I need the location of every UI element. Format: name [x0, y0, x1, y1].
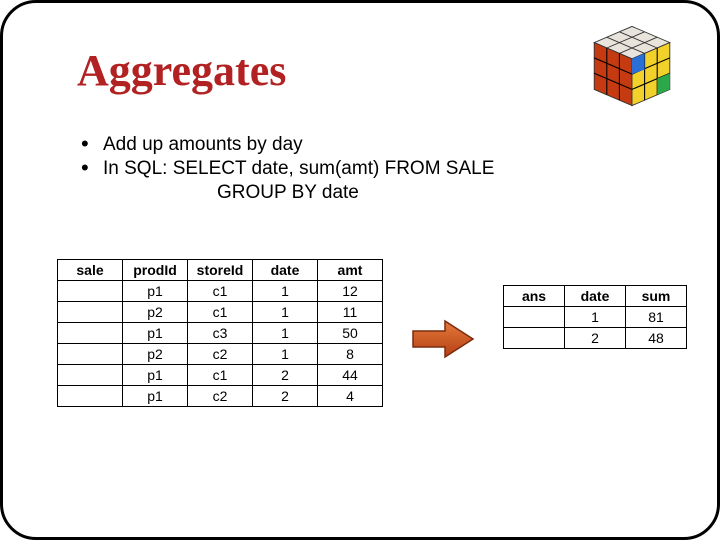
bullet-2: In SQL: SELECT date, sum(amt) FROM SALE — [103, 157, 494, 181]
sale-table: sale prodId storeId date amt p1 c1 1 12 — [57, 259, 383, 407]
slide-frame: Aggregates • Ad — [0, 0, 720, 540]
col-storeid: storeId — [188, 260, 253, 281]
rubiks-cube-icon — [587, 21, 677, 111]
bullet-1: Add up amounts by day — [103, 133, 303, 157]
col-date: date — [565, 286, 626, 307]
slide-title: Aggregates — [77, 45, 286, 96]
table-row: 2 48 — [504, 328, 687, 349]
col-sale: sale — [58, 260, 123, 281]
table-row: p2 c1 1 11 — [58, 302, 383, 323]
right-arrow-icon — [409, 317, 479, 361]
table-row: p1 c3 1 50 — [58, 323, 383, 344]
table-header-row: ans date sum — [504, 286, 687, 307]
col-sum: sum — [626, 286, 687, 307]
table-row: p2 c2 1 8 — [58, 344, 383, 365]
col-prodid: prodId — [123, 260, 188, 281]
bullet-dot-icon: • — [81, 157, 103, 181]
table-row: 1 81 — [504, 307, 687, 328]
col-ans: ans — [504, 286, 565, 307]
table-header-row: sale prodId storeId date amt — [58, 260, 383, 281]
bullet-list: • Add up amounts by day • In SQL: SELECT… — [81, 133, 494, 204]
col-date: date — [253, 260, 318, 281]
bullet-2-cont: GROUP BY date — [103, 181, 359, 205]
bullet-dot-icon: • — [81, 133, 103, 157]
table-row: p1 c2 2 4 — [58, 386, 383, 407]
table-row: p1 c1 2 44 — [58, 365, 383, 386]
ans-table: ans date sum 1 81 2 48 — [503, 285, 687, 349]
table-row: p1 c1 1 12 — [58, 281, 383, 302]
col-amt: amt — [318, 260, 383, 281]
